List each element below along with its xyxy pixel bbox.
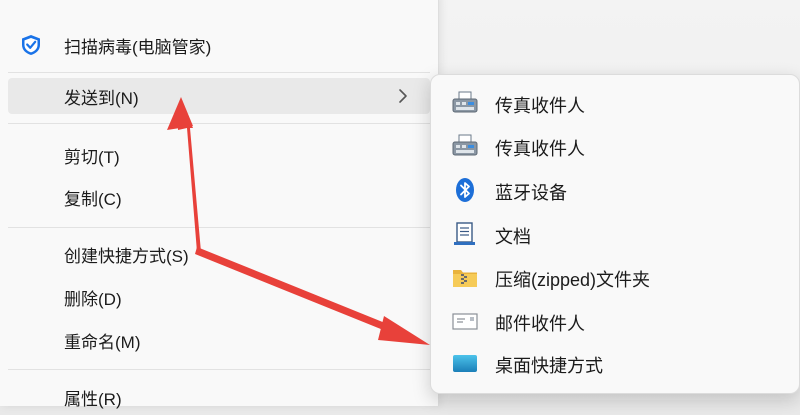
menu-separator xyxy=(8,227,430,228)
submenu-item-fax-recipient[interactable]: 传真收件人 xyxy=(437,83,793,123)
submenu-item-mail-recipient[interactable]: 邮件收件人 xyxy=(437,301,793,341)
menu-item-label: 扫描病毒(电脑管家) xyxy=(64,37,212,57)
menu-item-label: 属性(R) xyxy=(64,389,122,409)
menu-item-label: 创建快捷方式(S) xyxy=(64,246,189,266)
fax-icon xyxy=(452,134,478,156)
submenu-item-label: 蓝牙设备 xyxy=(495,183,567,203)
menu-item-properties[interactable]: 属性(R) xyxy=(8,379,430,415)
fax-icon xyxy=(452,91,478,113)
context-menu: 扫描病毒(电脑管家) 发送到(N) 剪切(T) 复制(C) 创建快捷方式(S) … xyxy=(0,0,439,409)
menu-separator xyxy=(8,123,430,124)
menu-separator xyxy=(8,72,430,73)
desktop-shortcut-icon xyxy=(453,355,477,372)
mail-icon xyxy=(452,313,478,330)
submenu-item-desktop-shortcut[interactable]: 桌面快捷方式 xyxy=(437,343,793,383)
submenu-item-label: 传真收件人 xyxy=(495,96,585,116)
menu-separator xyxy=(8,369,430,370)
submenu-item-documents[interactable]: 文档 xyxy=(437,214,793,254)
menu-item-copy[interactable]: 复制(C) xyxy=(8,179,430,215)
menu-item-label: 复制(C) xyxy=(64,189,122,209)
zip-folder-icon xyxy=(453,270,477,287)
submenu-item-label: 传真收件人 xyxy=(495,139,585,159)
menu-item-delete[interactable]: 删除(D) xyxy=(8,279,430,315)
menu-item-rename[interactable]: 重命名(M) xyxy=(8,322,430,358)
submenu-item-label: 桌面快捷方式 xyxy=(495,356,603,376)
submenu-item-zipped-folder[interactable]: 压缩(zipped)文件夹 xyxy=(437,257,793,297)
submenu-item-label: 压缩(zipped)文件夹 xyxy=(495,270,651,290)
menu-item-label: 重命名(M) xyxy=(64,332,141,352)
submenu-item-label: 文档 xyxy=(495,227,531,247)
menu-item-scan-virus[interactable]: 扫描病毒(电脑管家) xyxy=(8,27,430,63)
submenu-item-label: 邮件收件人 xyxy=(495,314,585,334)
shield-icon xyxy=(22,35,40,55)
document-icon xyxy=(454,222,475,245)
submenu-item-fax-recipient[interactable]: 传真收件人 xyxy=(437,126,793,166)
menu-item-cut[interactable]: 剪切(T) xyxy=(8,137,430,173)
menu-item-send-to[interactable]: 发送到(N) xyxy=(8,78,430,114)
menu-item-label: 剪切(T) xyxy=(64,147,120,167)
menu-item-create-shortcut[interactable]: 创建快捷方式(S) xyxy=(8,236,430,272)
submenu-item-bluetooth[interactable]: 蓝牙设备 xyxy=(437,170,793,210)
menu-item-label: 删除(D) xyxy=(64,289,122,309)
send-to-submenu: 传真收件人 传真收件人 蓝牙设备 文档 压缩(zipped)文件夹 邮件收件人 … xyxy=(430,74,800,394)
chevron-right-icon xyxy=(399,89,407,103)
menu-item-label: 发送到(N) xyxy=(64,88,139,108)
bluetooth-icon xyxy=(456,178,474,202)
